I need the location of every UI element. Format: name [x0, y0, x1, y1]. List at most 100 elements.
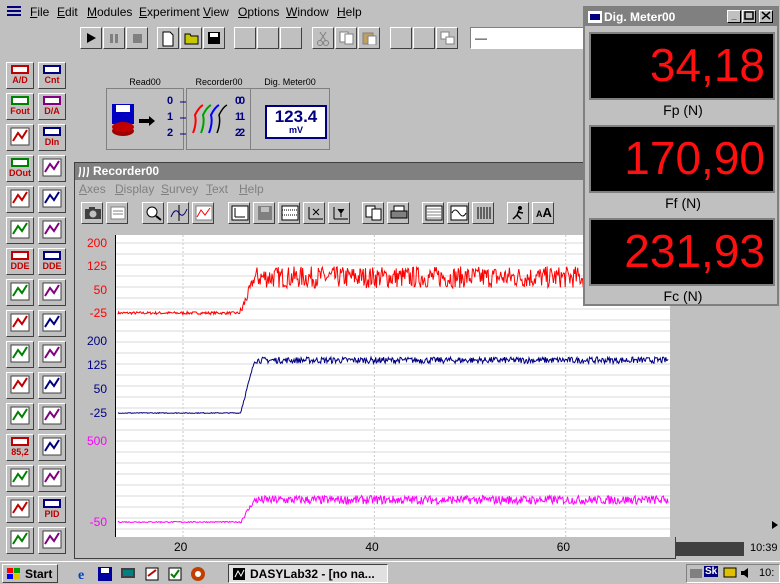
scissors-module-icon	[10, 220, 30, 239]
toolbox-button-filter[interactable]	[6, 341, 34, 368]
blank-button-1[interactable]	[234, 27, 256, 49]
start-button[interactable]	[80, 27, 102, 49]
recorder-menu-survey[interactable]: Survey	[161, 182, 198, 196]
toolbox-button-thermometer[interactable]	[6, 403, 34, 430]
tray-monitor-icon[interactable]	[723, 566, 737, 580]
meter-close-button[interactable]	[759, 10, 773, 23]
menu-edit[interactable]: Edit	[57, 5, 78, 19]
app-menu-icon[interactable]	[6, 4, 22, 18]
toolbox-button-scissors-module[interactable]	[6, 217, 34, 244]
recorder-bars-button[interactable]	[472, 202, 494, 224]
recorder-menu-help[interactable]: Help	[239, 182, 264, 196]
toolbox-button-list[interactable]	[38, 279, 66, 306]
recorder-yscale-button[interactable]	[328, 202, 350, 224]
toolbox-button-cube[interactable]	[6, 124, 34, 151]
toolbox-button-tripod[interactable]	[38, 186, 66, 213]
toolbox-button-digital-meter[interactable]: 85,2	[6, 434, 34, 461]
new-button[interactable]	[157, 27, 179, 49]
recorder-camera-button[interactable]	[81, 202, 103, 224]
menu-experiment[interactable]: Experiment	[139, 5, 200, 19]
recorder-menu-axes[interactable]: Axes	[79, 182, 106, 196]
tools-icon[interactable]	[144, 566, 160, 582]
recorder-run-button[interactable]	[507, 202, 529, 224]
module-digmeter00[interactable]: Dig. Meter00 0 1 2 123.4 mV	[239, 77, 330, 150]
toolbox-button-ramp[interactable]	[6, 496, 34, 523]
recorder-preview-button[interactable]	[106, 202, 128, 224]
toolbox-button-counter-module[interactable]: Cnt	[38, 62, 66, 89]
copy-button[interactable]	[335, 27, 357, 49]
recorder-xscale-button[interactable]	[303, 202, 325, 224]
recorder-cursor-button[interactable]	[167, 202, 189, 224]
recorder-copy-button[interactable]	[362, 202, 384, 224]
menu-help[interactable]: Help	[337, 5, 362, 19]
toolbox-button-da-module[interactable]: D/A	[38, 93, 66, 120]
meter-maximize-button[interactable]	[742, 10, 756, 23]
toolbox-button-fft[interactable]	[38, 341, 66, 368]
toolbox-button-switch[interactable]	[38, 155, 66, 182]
recorder-menu-display[interactable]: Display	[115, 182, 154, 196]
tray-sk-label[interactable]: Sk	[704, 566, 719, 577]
toolbox-button-digital-in[interactable]: DIn	[38, 124, 66, 151]
toolbox-button-frequency-out[interactable]: Fout	[6, 93, 34, 120]
recorder-zoom-button[interactable]	[142, 202, 164, 224]
blank-button-2[interactable]	[257, 27, 279, 49]
save-button[interactable]	[203, 27, 225, 49]
recorder-grid-button[interactable]	[278, 202, 300, 224]
toolbox-button-dde-out[interactable]: DDE	[38, 248, 66, 275]
toolbox-button-ad-module[interactable]: A/D	[6, 62, 34, 89]
meter-title-bar[interactable]: Dig. Meter00 _	[585, 8, 777, 26]
toolbox-button-recorder[interactable]	[38, 310, 66, 337]
computer-icon[interactable]	[120, 566, 136, 582]
menu-view[interactable]: View	[203, 5, 229, 19]
toolbox-button-timer[interactable]	[6, 527, 34, 554]
ie-icon[interactable]: e	[76, 566, 92, 582]
window-arrange-button[interactable]	[436, 27, 458, 49]
tray-speaker-icon[interactable]	[739, 566, 753, 580]
paste-button[interactable]	[358, 27, 380, 49]
toolbox-button-balance[interactable]	[6, 465, 34, 492]
meter-value-ff: 170,90	[624, 132, 765, 184]
tray-network-icon[interactable]	[689, 566, 703, 580]
toolbox-button-clock[interactable]	[38, 465, 66, 492]
start-menu-button[interactable]: Start	[2, 564, 58, 583]
menu-options[interactable]: Options	[238, 5, 279, 19]
stop-button[interactable]	[126, 27, 148, 49]
blank-button-4[interactable]	[390, 27, 412, 49]
toolbox-button-disk-read[interactable]	[6, 186, 34, 213]
toolbox-button-chart[interactable]	[6, 279, 34, 306]
meter-minimize-button[interactable]: _	[727, 10, 741, 23]
pause-button[interactable]	[103, 27, 125, 49]
recorder-print-button[interactable]	[387, 202, 409, 224]
toolbox-button-dde-in[interactable]: DDE	[6, 248, 34, 275]
toolbox-button-pid[interactable]: PID	[38, 496, 66, 523]
taskbar-app-dasylab[interactable]: DASYLab32 - [no na...	[228, 564, 388, 583]
toolbox-button-digital-out[interactable]: DOut	[6, 155, 34, 182]
media-icon[interactable]	[190, 566, 206, 582]
blank-button-5[interactable]	[413, 27, 435, 49]
recorder-marker-button[interactable]	[192, 202, 214, 224]
module-combo[interactable]: —	[470, 27, 585, 49]
recorder-dense-grid-button[interactable]	[422, 202, 444, 224]
toolbox-button-stopwatch[interactable]	[38, 527, 66, 554]
toolbox-button-table[interactable]	[6, 372, 34, 399]
checklist-icon[interactable]	[167, 566, 183, 582]
toolbox-button-ruler[interactable]	[38, 217, 66, 244]
toolbox-button-scale[interactable]	[38, 434, 66, 461]
recorder-save-button[interactable]	[253, 202, 275, 224]
open-button[interactable]	[180, 27, 202, 49]
recorder-axis-button[interactable]	[228, 202, 250, 224]
module-read00[interactable]: Read00 0 1 2	[106, 77, 184, 150]
toolbox-button-gauge[interactable]	[38, 403, 66, 430]
cut-button[interactable]	[312, 27, 334, 49]
recorder-font-button[interactable]: AA	[532, 202, 554, 224]
menu-modules[interactable]: Modules	[87, 5, 132, 19]
blank-button-3[interactable]	[280, 27, 302, 49]
menu-file[interactable]: File	[30, 5, 49, 19]
side-scroll-arrow[interactable]	[770, 518, 780, 532]
save-disk-icon[interactable]	[97, 566, 113, 582]
menu-window[interactable]: Window	[286, 5, 329, 19]
recorder-menu-text[interactable]: Text	[206, 182, 228, 196]
toolbox-button-bulb[interactable]	[38, 372, 66, 399]
toolbox-button-arrows[interactable]	[6, 310, 34, 337]
recorder-wave-button[interactable]	[447, 202, 469, 224]
